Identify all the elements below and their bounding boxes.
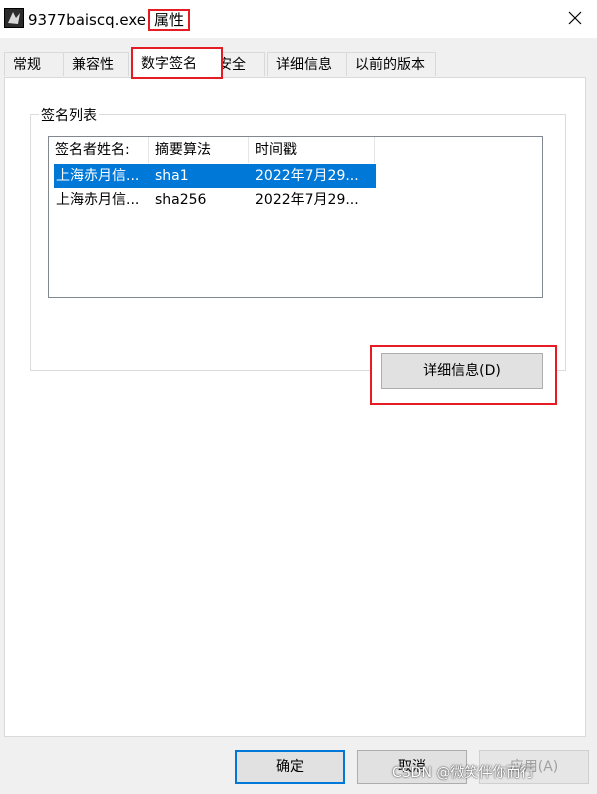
tab-compatibility[interactable]: 兼容性 [63, 52, 129, 76]
app-icon [4, 8, 24, 28]
ok-button[interactable]: 确定 [235, 750, 345, 784]
tab-panel: 签名列表 签名者姓名: 摘要算法 时间戳 上海赤月信... sha1 2022年… [4, 77, 586, 737]
window-title-file: 9377baiscq.exe [28, 11, 147, 29]
tab-digital-signatures[interactable]: 数字签名 [131, 47, 223, 79]
details-button-highlight: 详细信息(D) [370, 345, 557, 405]
column-header-timestamp[interactable]: 时间戳 [249, 137, 375, 163]
row-timestamp: 2022年7月29... [255, 192, 359, 208]
window-title: 9377baiscq.exe 属性 [28, 9, 191, 31]
row-timestamp: 2022年7月29... [255, 168, 359, 184]
watermark: CSDN @微笑伴你而行 [392, 765, 535, 781]
list-header: 签名者姓名: 摘要算法 时间戳 [49, 137, 542, 163]
signature-list[interactable]: 签名者姓名: 摘要算法 时间戳 上海赤月信... sha1 2022年7月29.… [48, 136, 543, 298]
close-icon [568, 11, 582, 25]
group-legend: 签名列表 [39, 105, 99, 125]
column-header-signer[interactable]: 签名者姓名: [49, 137, 149, 163]
close-button[interactable] [559, 4, 591, 32]
row-signer: 上海赤月信... [56, 168, 140, 184]
title-bar: 9377baiscq.exe 属性 [0, 0, 597, 38]
tab-general[interactable]: 常规 [4, 52, 64, 76]
signature-list-group: 签名列表 签名者姓名: 摘要算法 时间戳 上海赤月信... sha1 2022年… [30, 105, 566, 405]
tab-details[interactable]: 详细信息 [267, 52, 347, 76]
signature-row[interactable]: 上海赤月信... sha1 2022年7月29... [54, 164, 376, 188]
row-signer: 上海赤月信... [56, 192, 140, 208]
details-button[interactable]: 详细信息(D) [381, 353, 543, 389]
row-digest: sha1 [155, 168, 189, 184]
row-digest: sha256 [155, 192, 207, 208]
column-header-digest[interactable]: 摘要算法 [149, 137, 249, 163]
tab-previous-versions[interactable]: 以前的版本 [346, 52, 436, 76]
window-title-suffix: 属性 [148, 9, 191, 31]
tab-strip: 常规 兼容性 数字签名 安全 详细信息 以前的版本 [4, 47, 594, 79]
signature-row[interactable]: 上海赤月信... sha256 2022年7月29... [54, 188, 376, 212]
